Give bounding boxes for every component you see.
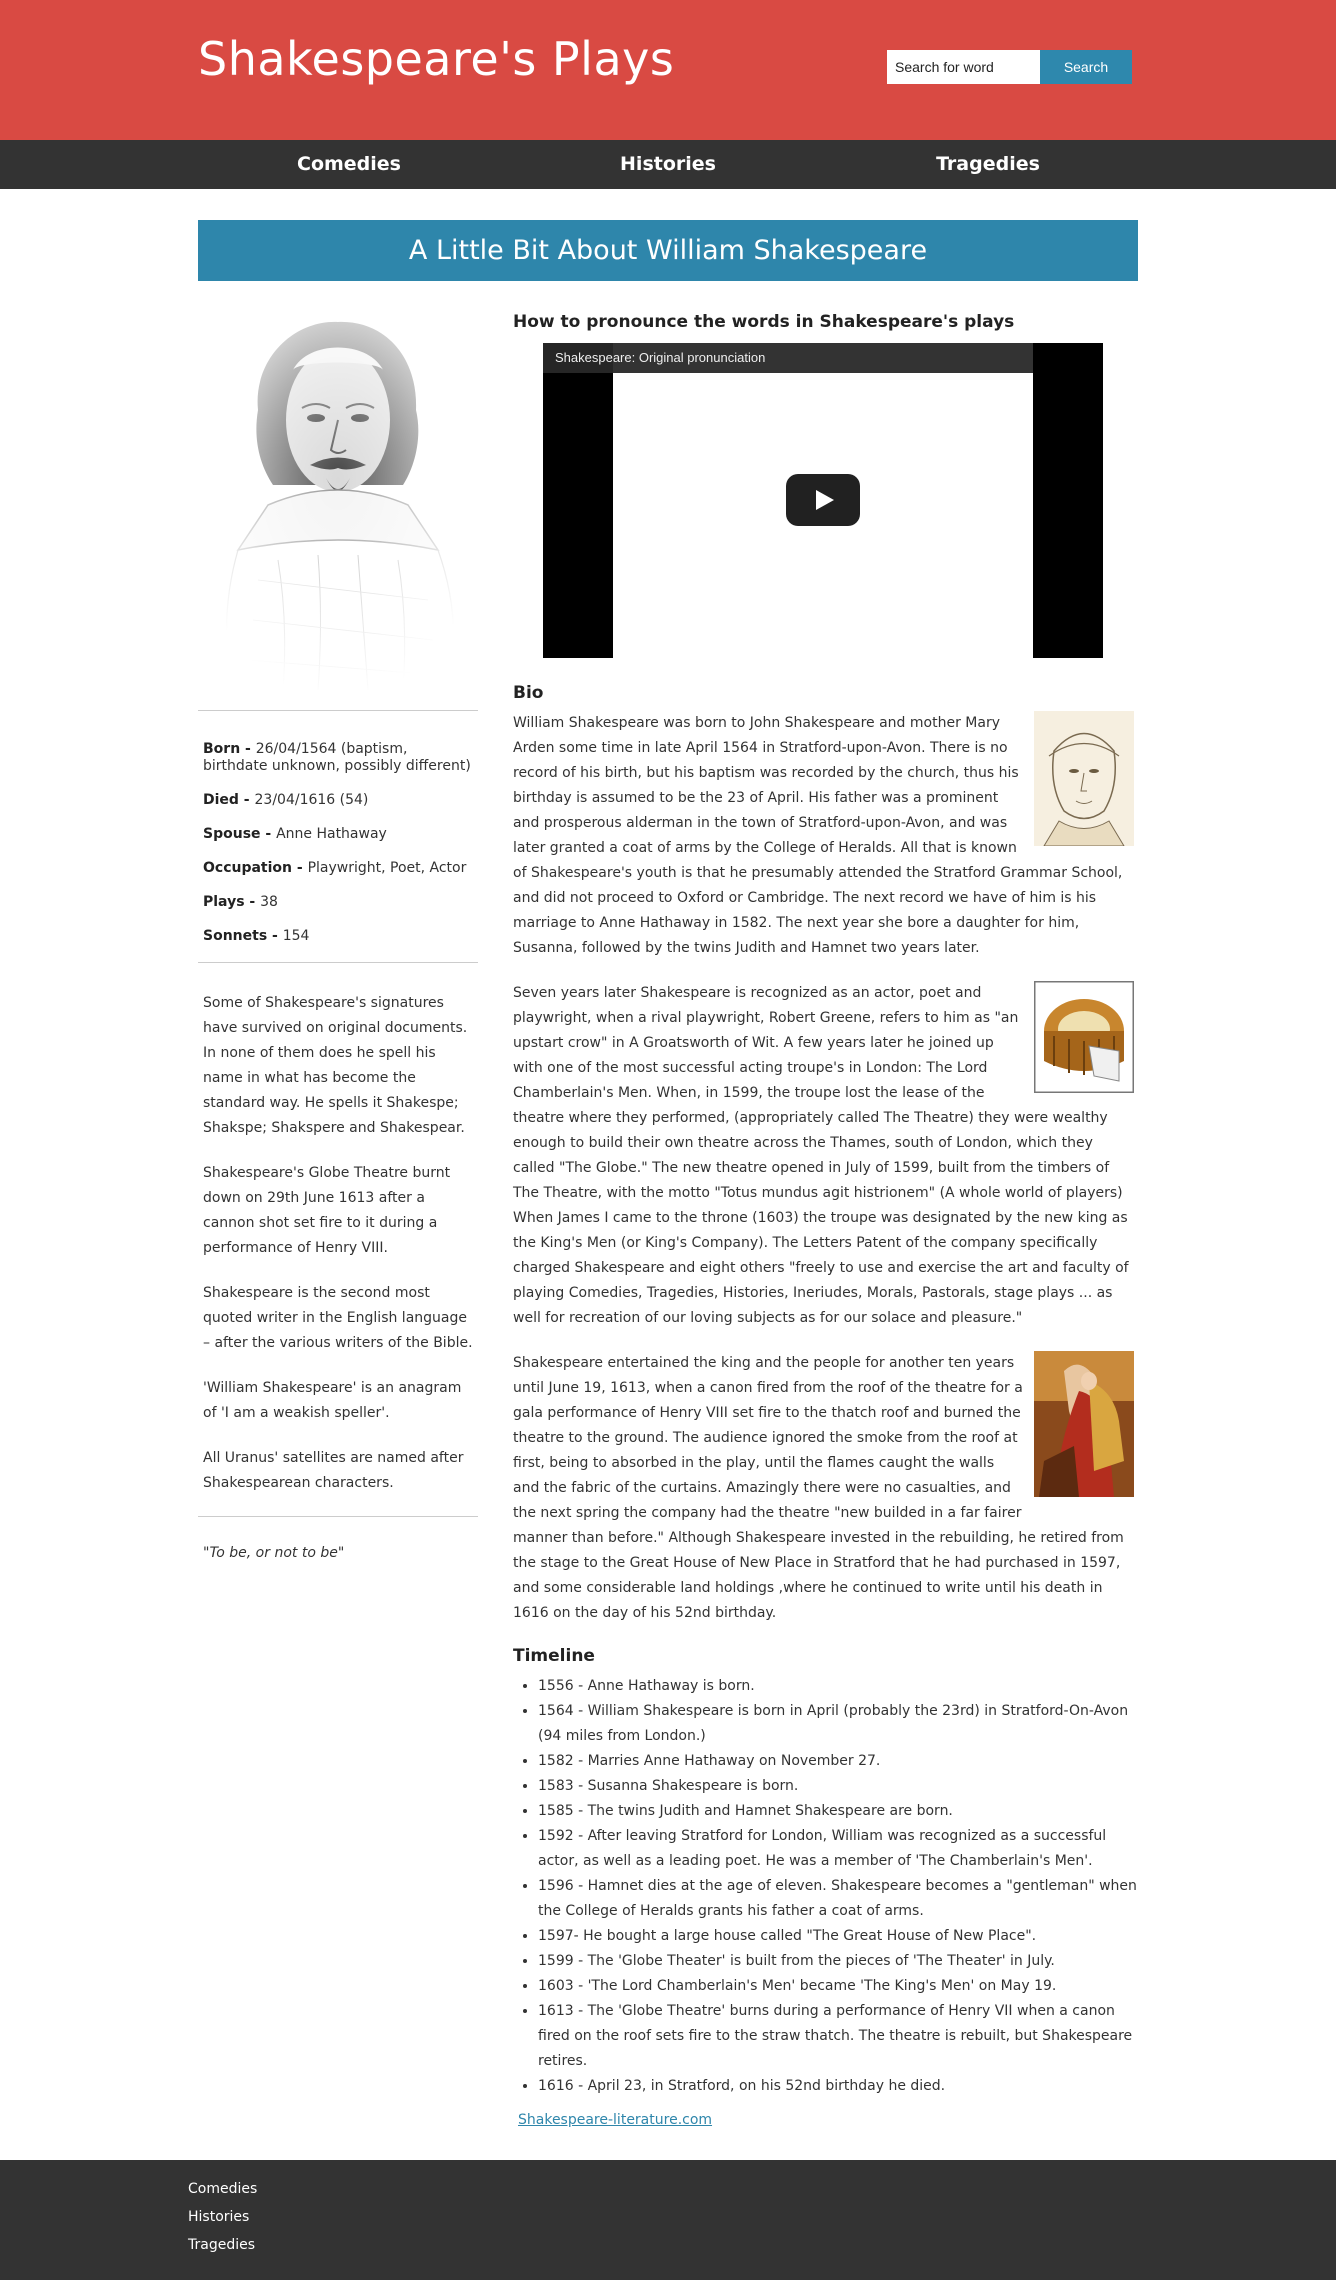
mary-arden-image [1034,711,1134,855]
timeline-heading: Timeline [513,1646,595,1666]
nav-tragedies[interactable]: Tragedies [936,140,1040,189]
source-link[interactable]: Shakespeare-literature.com [518,2112,712,2128]
main-nav: Comedies Histories Tragedies [0,140,1336,189]
timeline-item: 1603 - 'The Lord Chamberlain's Men' beca… [538,1974,1138,1999]
video-title[interactable]: Shakespeare: Original pronunciation [543,343,1033,373]
fact-occupation: Occupation - Playwright, Poet, Actor [203,860,467,876]
search-button[interactable]: Search [1040,50,1132,84]
nav-histories[interactable]: Histories [620,140,716,189]
fact-plays: Plays - 38 [203,894,278,910]
bio-paragraph: Shakespeare entertained the king and the… [513,1351,1138,1626]
main-content: How to pronounce the words in Shakespear… [513,300,1138,2128]
timeline-item: 1596 - Hamnet dies at the age of eleven.… [538,1874,1138,1924]
pronounce-heading: How to pronounce the words in Shakespear… [513,312,1015,332]
timeline-item: 1613 - The 'Globe Theatre' burns during … [538,1999,1138,2074]
divider [198,1516,478,1517]
timeline-item: 1585 - The twins Judith and Hamnet Shake… [538,1799,1138,1824]
timeline-list: 1556 - Anne Hathaway is born. 1564 - Wil… [513,1674,1138,2099]
divider [198,962,478,963]
fact-spouse: Spouse - Anne Hathaway [203,826,387,842]
bio-paragraph: Seven years later Shakespeare is recogni… [513,979,1138,1331]
romeo-juliet-painting [1034,1351,1134,1506]
bio-text: William Shakespeare was born to John Sha… [513,711,1138,1626]
search-input[interactable] [887,50,1040,84]
footer-link-comedies[interactable]: Comedies [188,2181,257,2197]
sidebar: Born - 26/04/1564 (baptism, birthdate un… [198,300,478,1561]
famous-quote: "To be, or not to be" [203,1545,345,1561]
note-quoted: Shakespeare is the second most quoted wr… [203,1285,473,1351]
bio-paragraph: William Shakespeare was born to John Sha… [513,711,1138,961]
bio-heading: Bio [513,683,544,703]
globe-theatre-image [1032,979,1136,1102]
note-uranus: All Uranus' satellites are named after S… [203,1450,464,1491]
note-signatures: Some of Shakespeare's signatures have su… [203,995,468,1136]
timeline-item: 1592 - After leaving Stratford for Londo… [538,1824,1138,1874]
video-player[interactable]: Shakespeare: Original pronunciation [543,343,1103,658]
timeline-item: 1597- He bought a large house called "Th… [538,1924,1138,1949]
footer-link-histories[interactable]: Histories [188,2209,249,2225]
timeline-item: 1599 - The 'Globe Theater' is built from… [538,1949,1138,1974]
play-icon[interactable] [786,474,860,526]
footer-link-tragedies[interactable]: Tragedies [188,2237,255,2253]
timeline-item: 1556 - Anne Hathaway is born. [538,1674,1138,1699]
timeline-item: 1564 - William Shakespeare is born in Ap… [538,1699,1138,1749]
fact-died: Died - 23/04/1616 (54) [203,792,369,808]
site-title[interactable]: Shakespeare's Plays [198,32,674,86]
timeline-item: 1616 - April 23, in Stratford, on his 52… [538,2074,1138,2099]
nav-comedies[interactable]: Comedies [297,140,401,189]
fact-sonnets: Sonnets - 154 [203,928,310,944]
note-globe-fire: Shakespeare's Globe Theatre burnt down o… [203,1165,451,1256]
facts-list: Born - 26/04/1564 (baptism, birthdate un… [198,741,478,945]
note-anagram: 'William Shakespeare' is an anagram of '… [203,1380,462,1421]
site-footer: Comedies Histories Tragedies [0,2160,1336,2280]
site-header: Shakespeare's Plays Search [0,0,1336,140]
timeline-item: 1582 - Marries Anne Hathaway on November… [538,1749,1138,1774]
page-banner: A Little Bit About William Shakespeare [198,220,1138,281]
trivia-notes: Some of Shakespeare's signatures have su… [198,991,478,1496]
divider [198,710,478,711]
timeline-item: 1583 - Susanna Shakespeare is born. [538,1774,1138,1799]
shakespeare-portrait [198,300,478,700]
fact-born: Born - 26/04/1564 (baptism, birthdate un… [203,741,471,774]
